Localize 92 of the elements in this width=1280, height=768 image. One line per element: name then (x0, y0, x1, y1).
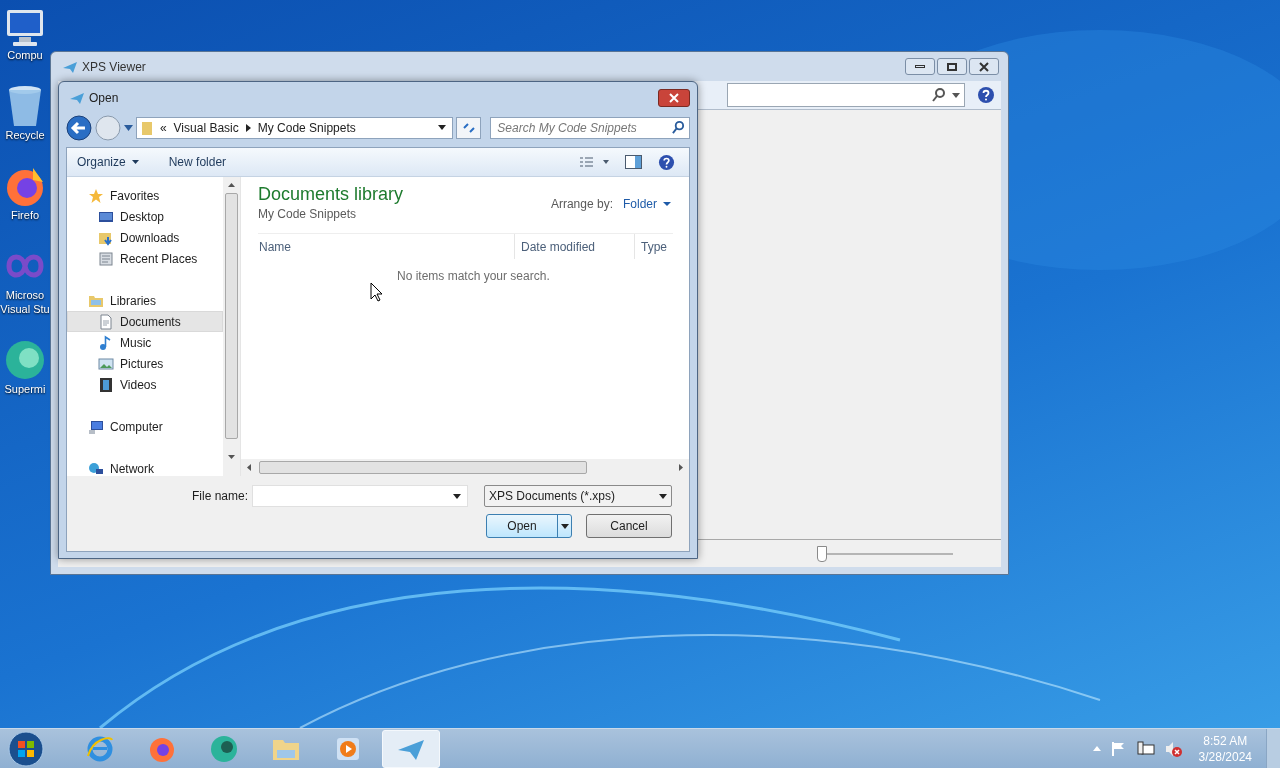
empty-message: No items match your search. (397, 268, 551, 285)
desktop-icon-label[interactable]: Supermi (4, 382, 46, 396)
caret-icon[interactable] (453, 493, 461, 499)
nav-item[interactable]: Documents (67, 311, 223, 332)
sphere-icon (3, 338, 47, 382)
overflow-chevron[interactable]: « (159, 118, 167, 137)
arrange-dropdown[interactable]: Folder (623, 195, 671, 213)
vertical-scrollbar[interactable] (223, 177, 240, 476)
close-icon (979, 61, 989, 72)
paper-plane-icon (69, 91, 85, 105)
caret-icon[interactable] (438, 125, 447, 130)
scroll-down-arrow[interactable] (228, 455, 235, 459)
library-heading: Documents library (258, 183, 404, 205)
window-title: XPS Viewer (82, 58, 146, 76)
address-bar[interactable]: « Visual Basic My Code Snippets (135, 116, 454, 139)
file-type-dropdown[interactable]: XPS Documents (*.xps) (484, 485, 672, 507)
minimize-icon (915, 65, 925, 68)
network-icon[interactable] (1136, 740, 1155, 757)
view-options-icon[interactable] (579, 156, 609, 168)
caret-icon (560, 523, 569, 529)
taskbar-button[interactable] (382, 729, 440, 768)
desktop-icon-label[interactable]: Compu (7, 48, 43, 62)
library-subheading: My Code Snippets (258, 206, 358, 223)
folder-icon (140, 119, 153, 136)
close-button[interactable] (658, 89, 690, 107)
close-icon (669, 93, 679, 103)
open-button[interactable]: Open (486, 514, 572, 538)
document-icon (98, 313, 114, 330)
start-button[interactable] (8, 730, 44, 767)
scroll-up-arrow[interactable] (228, 183, 235, 187)
network-globe-icon (88, 460, 104, 477)
arrange-label: Arrange by: (550, 196, 613, 213)
scroll-right-arrow[interactable] (679, 464, 683, 471)
slider-thumb[interactable] (817, 545, 828, 562)
search-icon (672, 121, 685, 134)
column-header[interactable]: Name (258, 234, 514, 259)
column-header[interactable]: Date modified (514, 234, 634, 259)
search-icon (932, 88, 946, 102)
preview-pane-icon[interactable] (625, 155, 642, 169)
nav-item[interactable]: Pictures (67, 353, 223, 374)
back-button[interactable] (66, 114, 92, 141)
nav-item[interactable]: Favorites (67, 185, 223, 206)
nav-item[interactable]: Desktop (67, 206, 223, 227)
caret-icon (131, 160, 139, 164)
caret-icon (659, 493, 667, 499)
refresh-button[interactable] (456, 116, 482, 139)
nav-item[interactable]: Network (67, 458, 223, 479)
scroll-thumb[interactable] (225, 193, 238, 439)
search-input[interactable]: Search My Code Snippets (497, 118, 672, 137)
file-name-label: File name: (191, 488, 248, 505)
caret-icon (663, 202, 671, 206)
nav-item[interactable]: Recent Places (67, 248, 223, 269)
caret-icon (952, 92, 960, 98)
minimize-button[interactable] (905, 58, 935, 75)
dialog-title: Open (89, 90, 119, 107)
desktop-icon-label[interactable]: Firefo (10, 208, 40, 222)
column-header[interactable]: Type (634, 234, 673, 259)
star-icon (88, 187, 104, 204)
recent-places-icon (98, 250, 114, 267)
scroll-thumb[interactable] (259, 461, 587, 474)
maximize-button[interactable] (937, 58, 967, 75)
desktop-icon-label[interactable]: Microso Visual Stu (0, 288, 50, 316)
muted-speaker-icon[interactable] (1164, 740, 1183, 757)
nav-item[interactable]: Downloads (67, 227, 223, 248)
nav-item[interactable]: Libraries (67, 290, 223, 311)
file-name-field[interactable] (252, 485, 468, 507)
toolbar-button[interactable]: New folder (168, 153, 227, 171)
close-button[interactable] (969, 58, 999, 75)
horizontal-scrollbar[interactable] (241, 459, 689, 476)
arrow-icon (245, 123, 251, 132)
refresh-icon (461, 121, 476, 134)
nav-item[interactable]: Computer (67, 416, 223, 437)
search-field[interactable]: Search My Code Snippets (490, 116, 690, 139)
help-icon[interactable] (658, 153, 675, 171)
scroll-left-arrow[interactable] (247, 464, 251, 471)
picture-icon (98, 355, 114, 372)
nav-item[interactable]: Videos (67, 374, 223, 395)
zoom-slider[interactable] (817, 544, 953, 563)
cancel-button[interactable]: Cancel (586, 514, 672, 538)
breadcrumb-item[interactable]: My Code Snippets (257, 118, 356, 137)
desktop-icon-label[interactable]: Recycle (5, 128, 45, 142)
paper-plane-icon (62, 59, 78, 74)
computer-icon (88, 418, 104, 435)
toolbar-button[interactable]: Organize (77, 153, 139, 171)
sphere-icon (209, 733, 239, 764)
breadcrumb-item[interactable]: Visual Basic (173, 118, 239, 137)
search-field[interactable] (727, 83, 965, 107)
mouse-pointer-icon (370, 282, 383, 302)
help-icon[interactable] (977, 86, 995, 104)
film-strip-icon (98, 376, 114, 393)
nav-item[interactable]: Music (67, 332, 223, 353)
maximize-icon (947, 62, 957, 71)
